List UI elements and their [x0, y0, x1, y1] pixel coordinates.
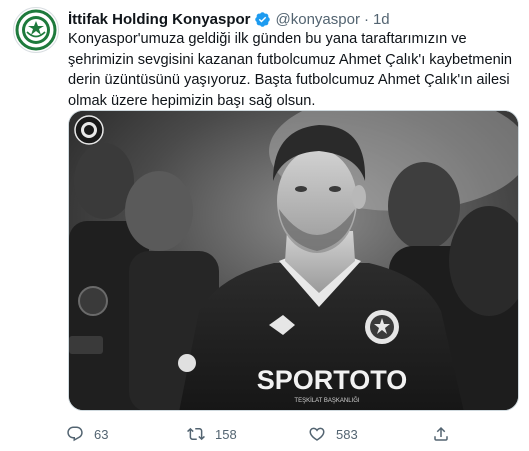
reply-count: 63	[94, 426, 109, 442]
reply-icon	[67, 426, 83, 442]
author-handle[interactable]: @konyaspor	[276, 11, 360, 28]
author-avatar[interactable]	[13, 7, 59, 53]
tweet-actions: 63 158 583	[66, 424, 486, 444]
retweet-count: 158	[215, 426, 237, 442]
reply-button[interactable]: 63	[66, 425, 108, 443]
tweet-photo[interactable]: SPORTOTO TEŞKİLAT BAŞKANLIĞI	[68, 110, 519, 411]
konyaspor-logo-icon	[15, 9, 57, 51]
like-count: 583	[336, 426, 358, 442]
tweet-header: İttifak Holding Konyaspor @konyaspor · 1…	[68, 9, 518, 29]
jersey-sponsor-subtext: TEŞKİLAT BAŞKANLIĞI	[294, 397, 359, 404]
like-button[interactable]: 583	[308, 425, 358, 443]
verified-badge-icon	[254, 11, 271, 28]
jersey-sponsor-text: SPORTOTO	[257, 365, 408, 395]
tweet-text: Konyaspor'umuza geldiği ilk günden bu ya…	[68, 31, 513, 109]
author-name[interactable]: İttifak Holding Konyaspor	[68, 11, 251, 28]
retweet-icon	[187, 427, 205, 441]
retweet-button[interactable]: 158	[187, 425, 237, 443]
separator-dot: ·	[363, 10, 369, 28]
share-button[interactable]	[432, 425, 450, 443]
timestamp[interactable]: 1d	[373, 11, 390, 28]
share-icon	[434, 426, 448, 441]
like-icon	[309, 427, 325, 441]
